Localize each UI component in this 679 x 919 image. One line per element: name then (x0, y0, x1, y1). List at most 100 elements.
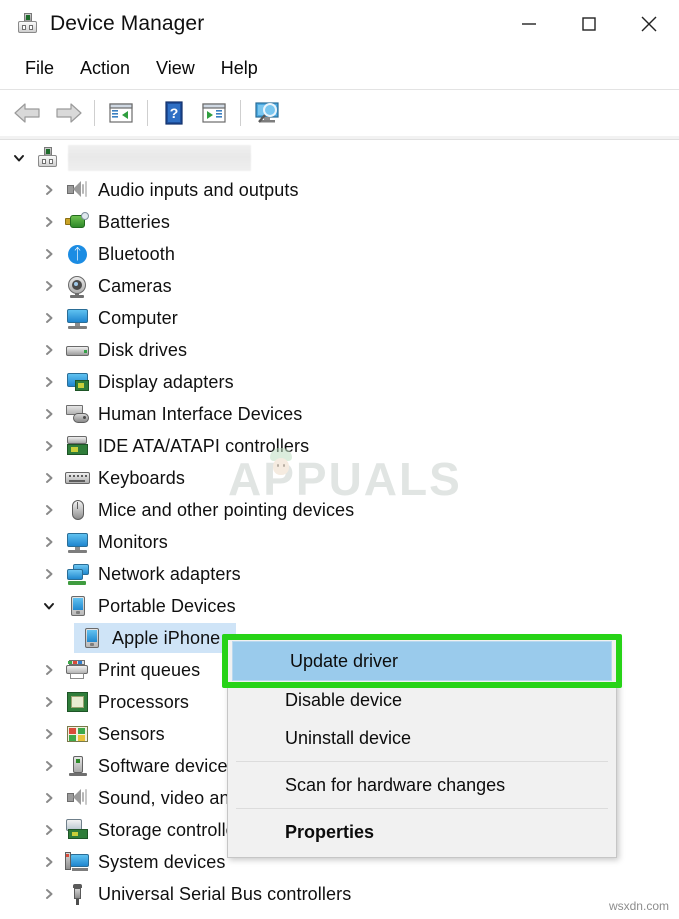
chevron-right-icon[interactable] (34, 279, 64, 293)
properties-window-icon (109, 103, 133, 123)
chevron-right-icon[interactable] (34, 695, 64, 709)
back-button[interactable] (8, 94, 48, 132)
chevron-right-icon[interactable] (34, 183, 64, 197)
tree-row-display-adapters[interactable]: Display adapters (0, 366, 679, 398)
monitor-icon (64, 306, 92, 330)
context-menu-label: Uninstall device (285, 727, 412, 748)
chevron-right-icon[interactable] (34, 215, 64, 229)
chevron-down-icon[interactable] (34, 599, 64, 613)
chevron-right-icon[interactable] (34, 567, 64, 581)
menu-file[interactable]: File (12, 56, 67, 81)
window-title: Device Manager (50, 12, 205, 35)
context-menu-label: Scan for hardware changes (285, 774, 506, 795)
tree-row-root[interactable] (0, 142, 679, 174)
menu-view[interactable]: View (143, 56, 208, 81)
update-driver-button[interactable] (194, 94, 234, 132)
tree-item-label: Disk drives (98, 339, 188, 360)
tree-item-label: Monitors (98, 531, 168, 552)
toolbar-separator (94, 100, 95, 126)
tree-item-label: System devices (98, 851, 226, 872)
chevron-right-icon[interactable] (34, 663, 64, 677)
context-menu-separator (236, 808, 608, 809)
tree-item-label: Portable Devices (98, 595, 236, 616)
chevron-right-icon[interactable] (34, 439, 64, 453)
tree-item-label: Bluetooth (98, 243, 175, 264)
tree-item-label: Processors (98, 691, 190, 712)
chevron-right-icon[interactable] (34, 247, 64, 261)
tree-row-mice[interactable]: Mice and other pointing devices (0, 494, 679, 526)
properties-button[interactable] (101, 94, 141, 132)
chevron-right-icon[interactable] (34, 535, 64, 549)
tree-row-network-adapters[interactable]: Network adapters (0, 558, 679, 590)
chevron-right-icon[interactable] (34, 407, 64, 421)
sensor-icon (64, 722, 92, 746)
tree-row-keyboards[interactable]: Keyboards (0, 462, 679, 494)
keyboard-icon (64, 466, 92, 490)
maximize-icon (582, 17, 596, 31)
context-menu-item-uninstall-device[interactable]: Uninstall device (228, 719, 616, 757)
toolbar: ? (0, 89, 679, 136)
minimize-icon (522, 23, 536, 25)
tree-item-label: Print queues (98, 659, 201, 680)
tree-item-label: Batteries (98, 211, 170, 232)
chevron-right-icon[interactable] (34, 887, 64, 901)
tree-item-label: Computer (98, 307, 178, 328)
tree-item-label: Display adapters (98, 371, 234, 392)
tree-item-label: Mice and other pointing devices (98, 499, 355, 520)
context-menu-item-disable-device[interactable]: Disable device (228, 681, 616, 719)
minimize-button[interactable] (499, 0, 559, 48)
device-manager-icon (14, 12, 38, 36)
scan-hardware-button[interactable] (247, 94, 287, 132)
back-arrow-icon (14, 103, 40, 123)
tree-row-bluetooth[interactable]: ᛏ Bluetooth (0, 238, 679, 270)
context-menu-item-update-driver[interactable]: Update driver (232, 641, 612, 681)
chevron-right-icon[interactable] (34, 343, 64, 357)
window-controls (499, 0, 679, 48)
chevron-right-icon[interactable] (34, 311, 64, 325)
chevron-right-icon[interactable] (34, 503, 64, 517)
close-button[interactable] (619, 0, 679, 48)
tree-row-monitors[interactable]: Monitors (0, 526, 679, 558)
play-window-icon (202, 103, 226, 123)
help-button[interactable]: ? (154, 94, 194, 132)
tree-row-disk-drives[interactable]: Disk drives (0, 334, 679, 366)
tree-row-cameras[interactable]: Cameras (0, 270, 679, 302)
context-menu: Update driver Disable device Uninstall d… (227, 638, 617, 858)
speaker-icon (64, 178, 92, 202)
tree-row-audio[interactable]: Audio inputs and outputs (0, 174, 679, 206)
menu-action[interactable]: Action (67, 56, 143, 81)
chevron-right-icon[interactable] (34, 375, 64, 389)
ide-controller-icon (64, 434, 92, 458)
monitor-icon (64, 530, 92, 554)
svg-text:?: ? (170, 105, 179, 121)
system-device-icon (64, 850, 92, 874)
context-menu-item-properties[interactable]: Properties (228, 813, 616, 851)
tree-row-hid[interactable]: Human Interface Devices (0, 398, 679, 430)
tree-row-ide-controllers[interactable]: IDE ATA/ATAPI controllers (0, 430, 679, 462)
tree-row-computer[interactable]: Computer (0, 302, 679, 334)
chevron-right-icon[interactable] (34, 471, 64, 485)
chevron-right-icon[interactable] (34, 759, 64, 773)
printer-icon (64, 658, 92, 682)
chevron-right-icon[interactable] (34, 855, 64, 869)
usb-icon (64, 882, 92, 906)
tree-item-label: IDE ATA/ATAPI controllers (98, 435, 310, 456)
chevron-right-icon[interactable] (34, 727, 64, 741)
device-manager-window: Device Manager File Action View Help ? A… (0, 0, 679, 919)
context-menu-item-scan-hardware-changes[interactable]: Scan for hardware changes (228, 766, 616, 804)
tree-row-batteries[interactable]: Batteries (0, 206, 679, 238)
tree-row-portable-devices[interactable]: Portable Devices (0, 590, 679, 622)
tree-item-label: Universal Serial Bus controllers (98, 883, 352, 904)
portable-device-icon (64, 594, 92, 618)
chevron-down-icon[interactable] (4, 151, 34, 165)
menu-help[interactable]: Help (208, 56, 271, 81)
scan-monitor-icon (255, 102, 279, 123)
forward-button[interactable] (48, 94, 88, 132)
chevron-right-icon[interactable] (34, 791, 64, 805)
tree-row-usb-controllers[interactable]: Universal Serial Bus controllers (0, 878, 679, 910)
chevron-right-icon[interactable] (34, 823, 64, 837)
hid-icon (64, 402, 92, 426)
toolbar-separator (240, 100, 241, 126)
close-icon (641, 16, 657, 32)
maximize-button[interactable] (559, 0, 619, 48)
